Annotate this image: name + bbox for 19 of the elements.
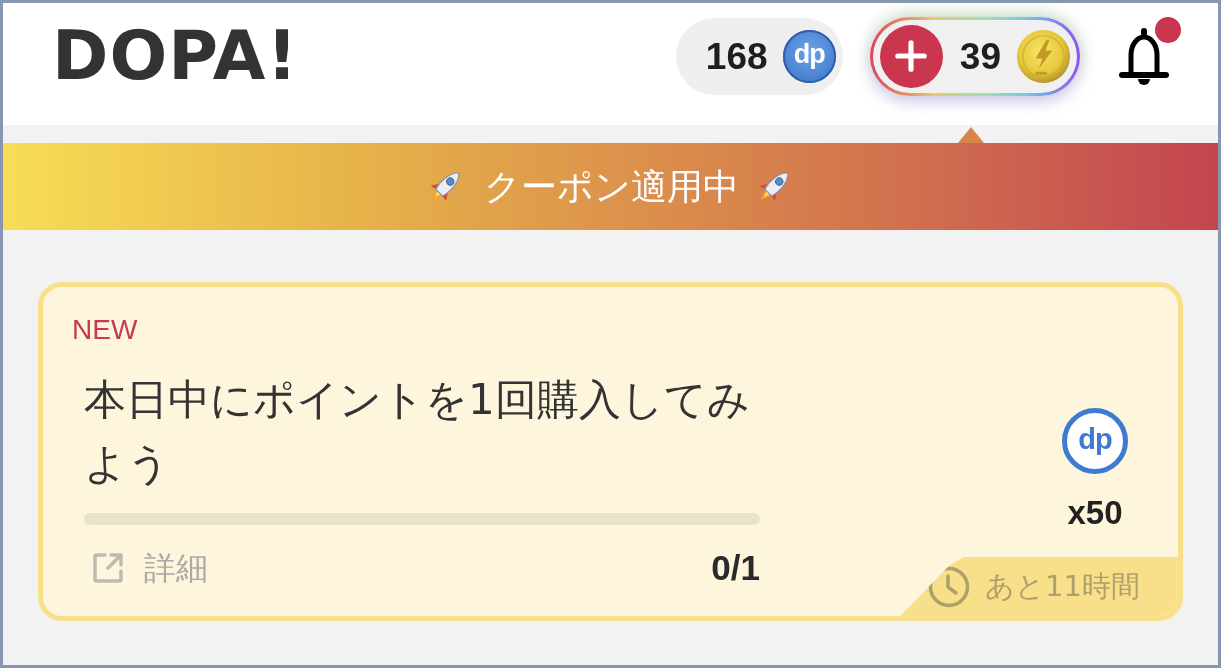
plus-icon <box>895 40 928 72</box>
points-value: 168 <box>705 37 768 75</box>
progress-count: 0/1 <box>711 547 760 589</box>
bell-icon <box>1118 25 1170 87</box>
dp-currency-icon: dp <box>782 29 836 83</box>
time-left-text: あと11時間 <box>985 572 1140 601</box>
add-coins-button[interactable] <box>879 24 943 88</box>
dp-currency-icon: dp <box>1062 408 1128 474</box>
banner-pointer-icon <box>958 127 984 143</box>
logo: DOPA! <box>52 22 299 90</box>
reward-amount: x50 <box>1067 493 1123 533</box>
clock-icon <box>928 565 970 608</box>
new-label: NEW <box>72 313 139 347</box>
mission-title: 本日中にポイントを1回購入してみよう <box>84 374 751 490</box>
coin-value: 39 <box>959 37 1001 75</box>
lightning-coin-icon <box>1016 28 1071 84</box>
banner-text: クーポン適用中 <box>484 168 739 205</box>
external-link-icon <box>90 550 126 586</box>
details-link[interactable]: 詳細 <box>90 548 208 588</box>
